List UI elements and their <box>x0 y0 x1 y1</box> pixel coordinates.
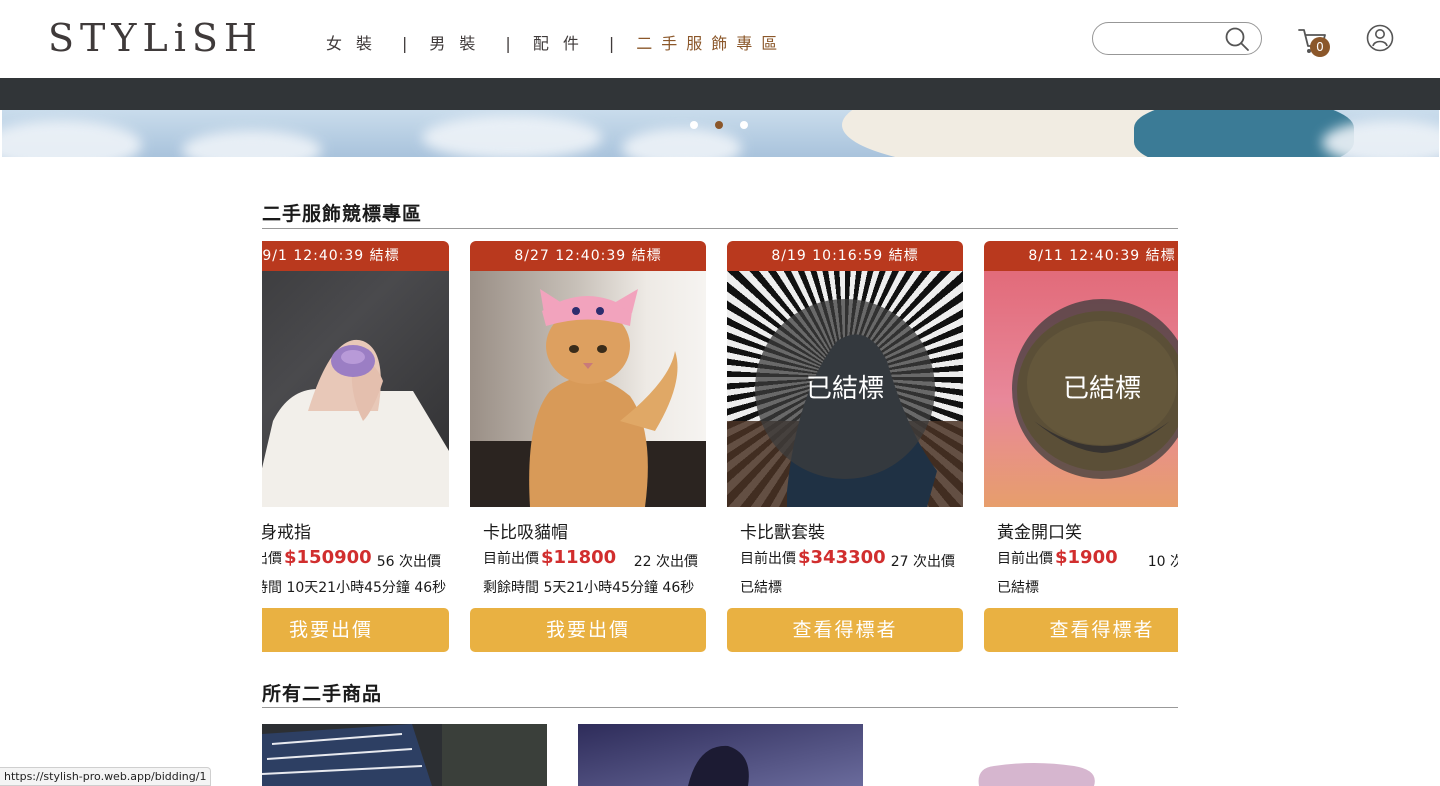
price-row: 目前出價 $343300 27 次出價 <box>740 547 955 571</box>
product-grid <box>262 724 1179 786</box>
site-header: STYLiSH 女裝 | 男裝 | 配件 | 二手服飾專區 0 <box>0 0 1440 78</box>
product-name[interactable]: 黃金開口笑 <box>997 518 1082 543</box>
bidding-card[interactable]: 9/1 12:40:39 結標 怪變身戒指 目前出價$150900 56 次出價… <box>262 241 449 652</box>
current-price: $150900 <box>284 547 372 568</box>
banner-cloud <box>2 120 142 157</box>
product-image[interactable]: 已結標 <box>984 271 1178 507</box>
bidding-card[interactable]: 8/11 12:40:39 結標 已結標 黃金開口笑 目前出價 $1900 10 … <box>984 241 1178 652</box>
auction-status: 已結標 <box>997 580 1039 596</box>
carousel-dots <box>690 121 748 129</box>
price-row: 目前出價$150900 56 次出價 <box>262 547 441 571</box>
banner-figure-body <box>1134 110 1354 157</box>
cat-illustration <box>470 289 706 507</box>
bidding-section-title: 二手服飾競標專區 <box>262 203 423 225</box>
shirt-image <box>262 724 547 786</box>
ended-label: 已結標 <box>805 374 884 404</box>
hero-banner[interactable] <box>2 110 1439 157</box>
section-divider <box>262 707 1178 708</box>
nav-accessories[interactable]: 配件 <box>533 34 593 54</box>
product-thumbnail[interactable] <box>262 724 547 786</box>
carousel-dot[interactable] <box>690 121 698 129</box>
banner-cloud <box>422 115 602 157</box>
main-nav: 女裝 | 男裝 | 配件 | 二手服飾專區 <box>326 34 786 54</box>
bid-count: 27 次出價 <box>890 554 955 570</box>
cart-count-badge: 0 <box>1310 37 1330 57</box>
ring-illustration <box>262 339 449 507</box>
view-winner-button[interactable]: 查看得標者 <box>727 608 963 652</box>
carousel-dot[interactable] <box>740 121 748 129</box>
product-name[interactable]: 卡比吸貓帽 <box>483 518 568 543</box>
ended-label: 已結標 <box>1062 374 1141 404</box>
price-label: 目前出價 <box>262 551 282 567</box>
nav-secondhand[interactable]: 二手服飾專區 <box>636 34 786 54</box>
price-row: 目前出價 $11800 22 次出價 <box>483 547 698 571</box>
price-label: 目前出價 <box>483 551 539 567</box>
pink-item-image <box>894 724 1179 786</box>
time-remaining: 剩餘時間 10天21小時45分鐘 46秒 <box>262 580 447 596</box>
product-image[interactable] <box>262 271 449 507</box>
search-input[interactable] <box>1107 29 1217 49</box>
current-price: $343300 <box>798 547 886 568</box>
member-icon[interactable] <box>1366 24 1394 52</box>
banner-cloud <box>622 128 742 157</box>
bid-count: 22 次出價 <box>633 554 698 570</box>
auction-status: 已結標 <box>740 580 782 596</box>
product-thumbnail[interactable] <box>894 724 1179 786</box>
nav-separator: | <box>402 34 408 53</box>
product-thumbnail[interactable] <box>578 724 863 786</box>
bid-button[interactable]: 我要出價 <box>470 608 706 652</box>
product-image[interactable]: 已結標 <box>727 271 963 507</box>
nav-men[interactable]: 男裝 <box>429 34 489 54</box>
anime-image <box>578 724 863 786</box>
nav-separator: | <box>608 34 615 53</box>
bidding-card[interactable]: 8/19 10:16:59 結標 已結標 卡比獸套裝 目前出價 $343300 2… <box>727 241 963 652</box>
price-row: 目前出價$1900 10 次出價 <box>997 547 1178 571</box>
price-label: 目前出價 <box>997 551 1053 567</box>
status-bar-url: https://stylish-pro.web.app/bidding/1 <box>0 767 212 786</box>
banner-cloud <box>182 130 322 157</box>
bidding-card[interactable]: 8/27 12:40:39 結標 卡比吸貓帽 目前出價 $11800 22 次出價 <box>470 241 706 652</box>
bid-count: 10 次出價 <box>1147 554 1178 570</box>
section-divider <box>262 228 1178 229</box>
nav-separator: | <box>505 34 511 53</box>
search-icon[interactable] <box>1224 26 1250 52</box>
deadline-banner: 8/11 12:40:39 結標 <box>984 241 1178 271</box>
carousel-dot-active[interactable] <box>715 121 723 129</box>
header-divider-bar <box>0 78 1440 110</box>
deadline-banner: 8/27 12:40:39 結標 <box>470 241 706 271</box>
nav-women[interactable]: 女裝 <box>326 34 386 54</box>
bid-count: 56 次出價 <box>376 554 441 570</box>
deadline-banner: 9/1 12:40:39 結標 <box>262 241 449 271</box>
current-price: $11800 <box>541 547 617 568</box>
logo[interactable]: STYLiSH <box>48 16 263 60</box>
time-remaining: 剩餘時間 5天21小時45分鐘 46秒 <box>483 580 695 596</box>
current-price: $1900 <box>1055 547 1118 568</box>
bid-button[interactable]: 我要出價 <box>262 608 449 652</box>
view-winner-button[interactable]: 查看得標者 <box>984 608 1178 652</box>
deadline-banner: 8/19 10:16:59 結標 <box>727 241 963 271</box>
all-products-title: 所有二手商品 <box>262 683 383 705</box>
bidding-carousel[interactable]: 9/1 12:40:39 結標 怪變身戒指 目前出價$150900 56 次出價… <box>262 241 1178 656</box>
price-label: 目前出價 <box>740 551 796 567</box>
product-name[interactable]: 卡比獸套裝 <box>740 518 825 543</box>
product-name[interactable]: 怪變身戒指 <box>262 518 311 543</box>
product-image[interactable] <box>470 271 706 507</box>
